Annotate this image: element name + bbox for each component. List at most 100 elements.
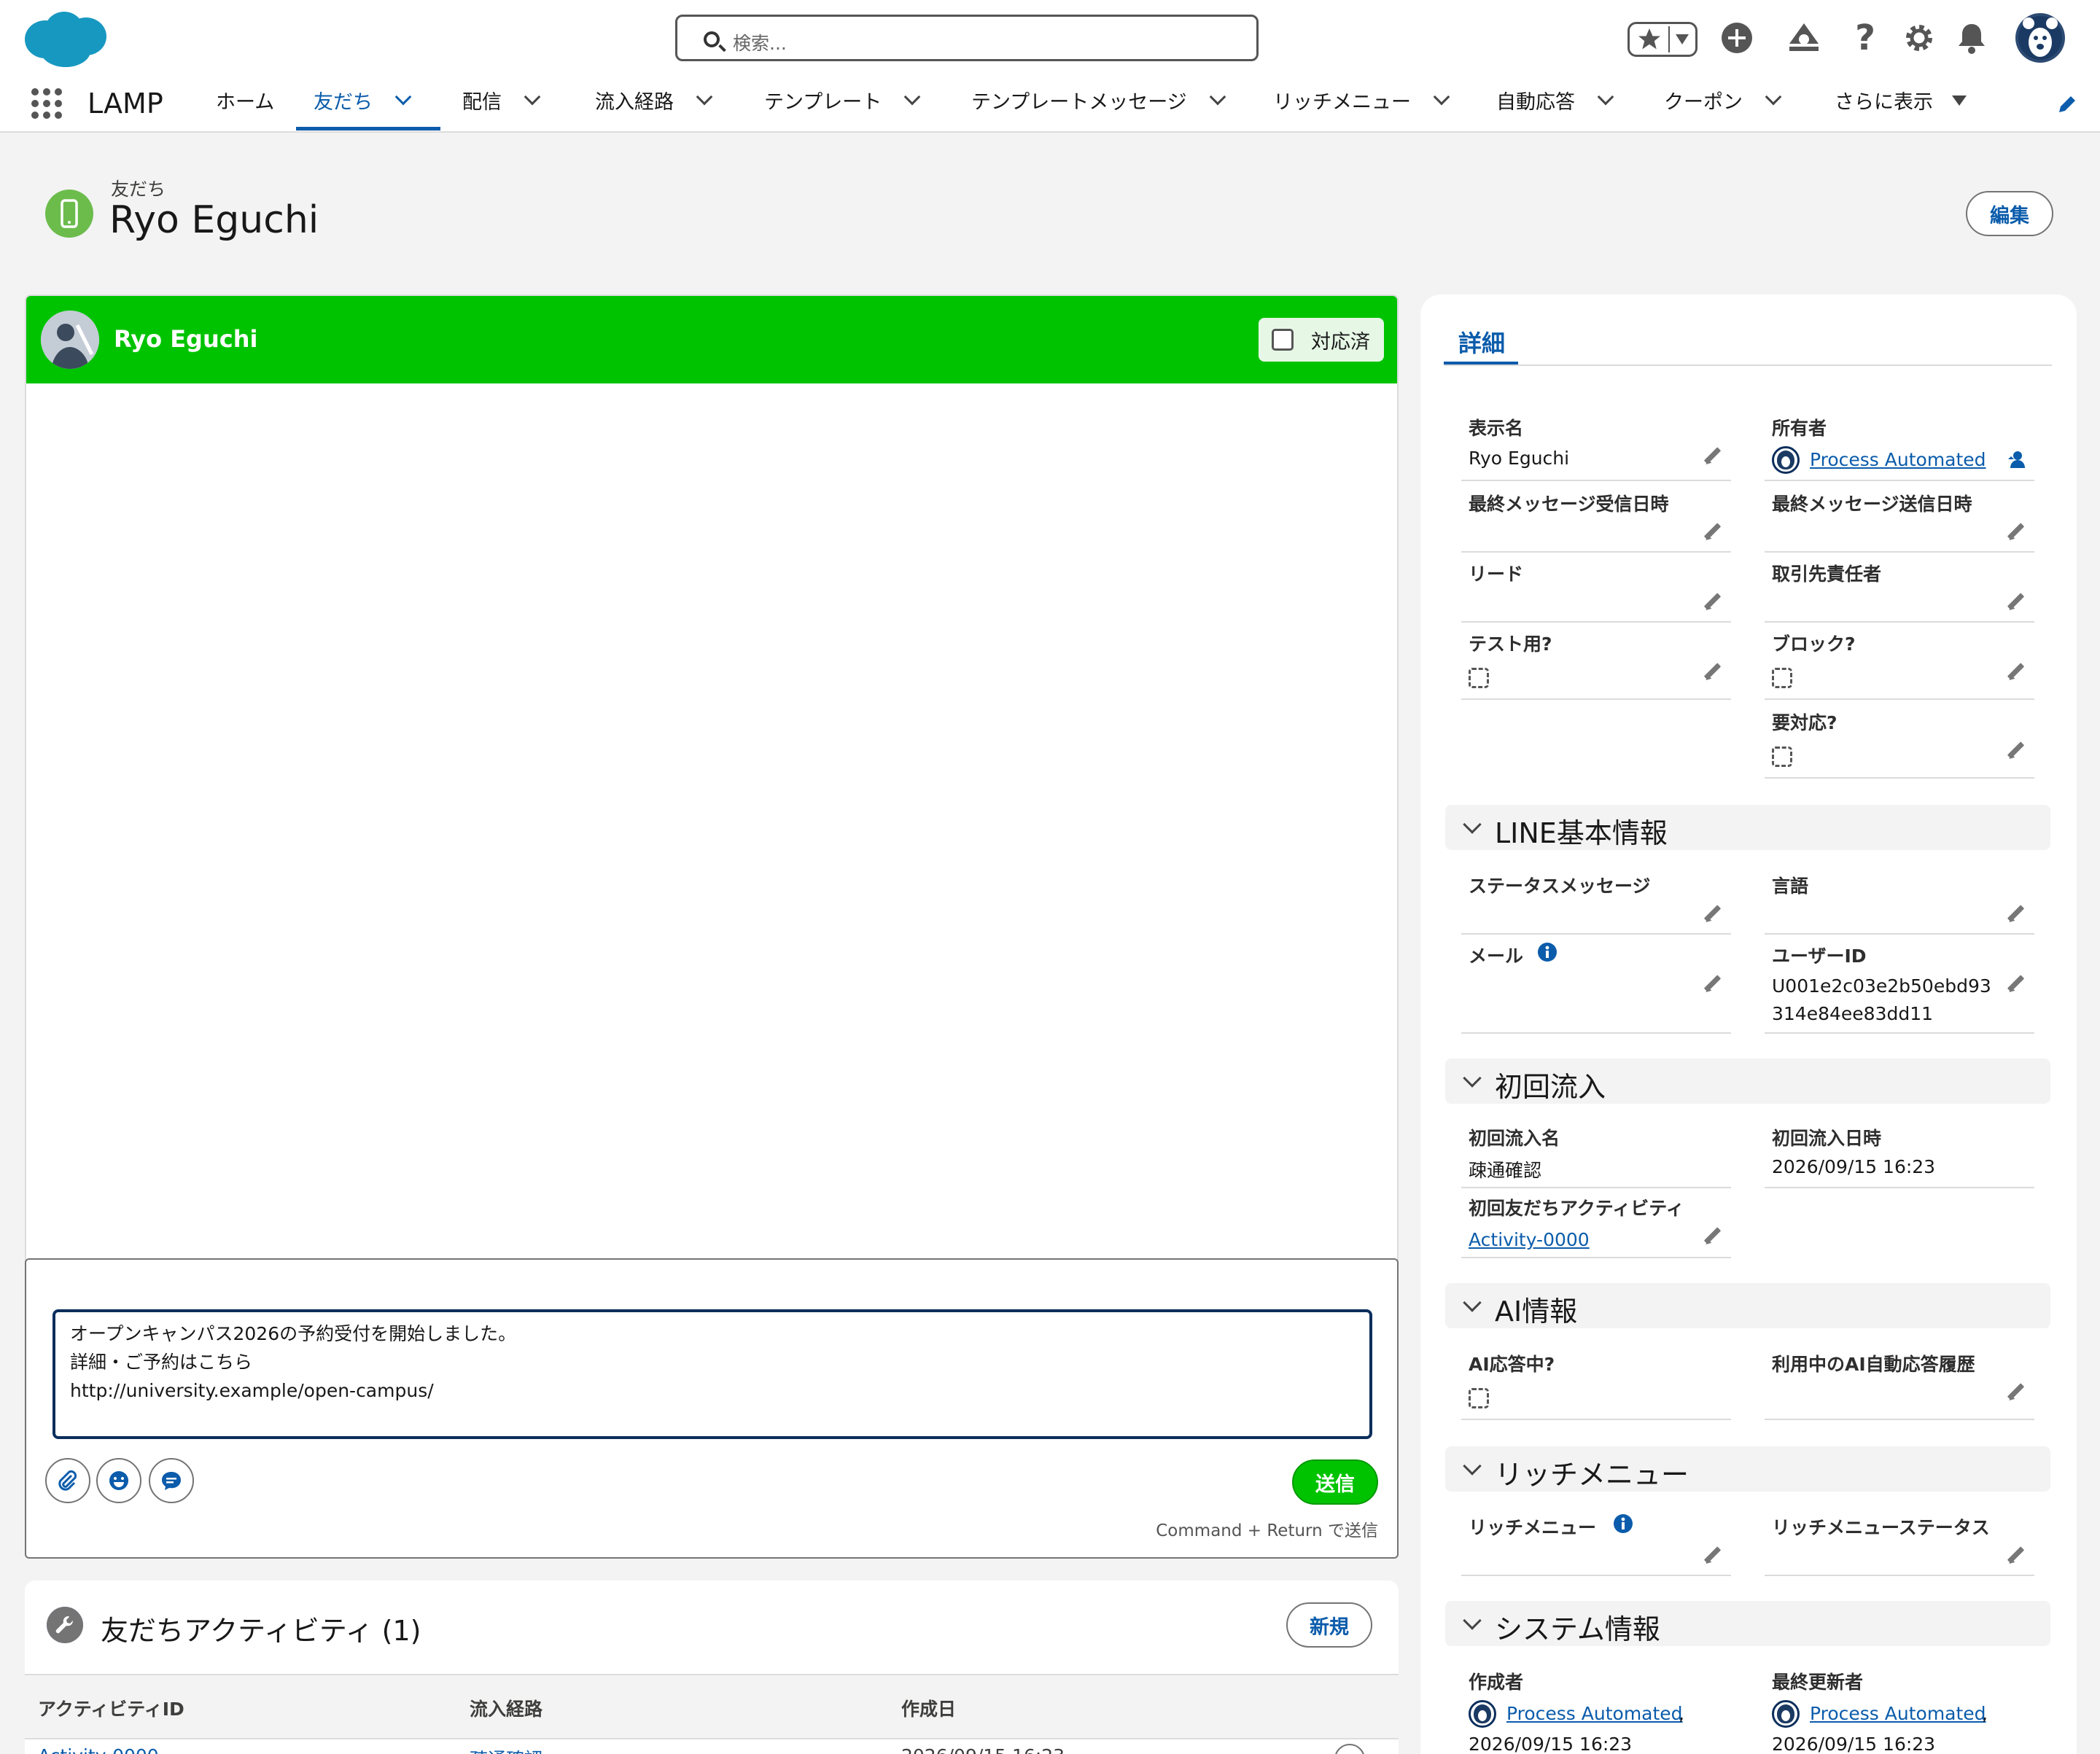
- first-activity-link[interactable]: Activity-0000: [1469, 1229, 1590, 1250]
- row-actions-button[interactable]: [1334, 1744, 1365, 1754]
- bear-avatar-icon: [2018, 16, 2062, 60]
- paperclip-icon: [58, 1470, 77, 1491]
- field-divider: [1461, 698, 1731, 700]
- user-id-value-line1: U001e2c03e2b50ebd93: [1772, 975, 1991, 997]
- edit-pencil-icon[interactable]: [1703, 448, 1721, 465]
- section-ai-info[interactable]: AI情報: [1445, 1283, 2050, 1328]
- column-header[interactable]: アクティビティID: [38, 1695, 184, 1721]
- global-actions-button[interactable]: [1716, 17, 1757, 58]
- chevron-down-icon[interactable]: [1765, 88, 1782, 105]
- app-launcher-icon[interactable]: [31, 87, 63, 120]
- emoji-button[interactable]: [96, 1458, 141, 1503]
- first-inflow-name-label: 初回流入名: [1469, 1128, 1560, 1149]
- edit-pencil-icon[interactable]: [2007, 663, 2024, 681]
- modified-date-value: 2026/09/15 16:23: [1772, 1734, 1936, 1754]
- field-divider: [1461, 1419, 1731, 1420]
- activity-related-list: 友だちアクティビティ (1) 新規 アクティビティID 流入経路 作成日 Act…: [25, 1580, 1399, 1754]
- favorites-button[interactable]: [1628, 22, 1698, 57]
- inflow-route-link[interactable]: 疎通確認: [470, 1745, 542, 1754]
- chevron-down-icon[interactable]: [1597, 88, 1614, 105]
- section-rich-menu[interactable]: リッチメニュー: [1445, 1446, 2050, 1492]
- tab-inflow-route[interactable]: 流入経路: [595, 86, 713, 114]
- info-icon[interactable]: [1537, 942, 1558, 962]
- ai-history-label: 利用中のAI自動応答履歴: [1772, 1354, 1975, 1375]
- edit-pencil-icon[interactable]: [1703, 975, 1721, 993]
- edit-pencil-icon[interactable]: [1703, 1228, 1721, 1245]
- edit-pencil-icon[interactable]: [2007, 742, 2024, 760]
- tab-details[interactable]: 詳細: [1458, 325, 1505, 359]
- edit-pencil-icon[interactable]: [2007, 1384, 2024, 1401]
- info-icon[interactable]: [1613, 1513, 1633, 1534]
- edit-pencil-icon[interactable]: [1703, 523, 1721, 541]
- tab-distribution[interactable]: 配信: [462, 86, 541, 114]
- section-first-inflow[interactable]: 初回流入: [1445, 1059, 2050, 1104]
- tab-rich-menu[interactable]: リッチメニュー: [1273, 86, 1450, 114]
- chevron-down-icon: [1463, 815, 1482, 834]
- tab-label: 友だち: [314, 91, 373, 114]
- edit-button[interactable]: 編集: [1966, 191, 2053, 236]
- attach-button[interactable]: [45, 1458, 90, 1503]
- smiley-icon: [109, 1471, 128, 1490]
- column-header[interactable]: 流入経路: [470, 1695, 542, 1721]
- edit-pencil-icon[interactable]: [2007, 905, 2024, 923]
- section-line-info[interactable]: LINE基本情報: [1445, 805, 2050, 850]
- column-header[interactable]: 作成日: [901, 1695, 956, 1721]
- tab-more[interactable]: さらに表示: [1835, 86, 1967, 114]
- tab-home[interactable]: ホーム: [216, 86, 274, 114]
- setup-button[interactable]: [1899, 17, 1940, 58]
- activity-title[interactable]: 友だちアクティビティ (1): [101, 1608, 421, 1648]
- chevron-down-icon[interactable]: [903, 88, 921, 105]
- test-label: テスト用?: [1469, 634, 1552, 655]
- message-textarea[interactable]: オープンキャンパス2026の予約受付を開始しました。 詳細・ご予約はこちら ht…: [52, 1309, 1372, 1439]
- edit-nav-icon[interactable]: [2056, 93, 2078, 115]
- tab-template[interactable]: テンプレート: [764, 86, 921, 114]
- trailhead-button[interactable]: [1784, 17, 1824, 58]
- tab-template-message[interactable]: テンプレートメッセージ: [971, 86, 1226, 114]
- notifications-button[interactable]: [1951, 17, 1992, 58]
- mobile-icon: [61, 199, 78, 228]
- help-icon[interactable]: ?: [1845, 17, 1886, 58]
- edit-pencil-icon[interactable]: [1703, 593, 1721, 611]
- modified-by-link[interactable]: Process Automated: [1810, 1703, 1986, 1724]
- edit-pencil-icon[interactable]: [2007, 593, 2024, 611]
- template-button[interactable]: [149, 1458, 194, 1503]
- tab-friends[interactable]: 友だち: [314, 86, 412, 114]
- section-title: 初回流入: [1495, 1071, 1606, 1103]
- change-owner-icon[interactable]: [2007, 449, 2027, 469]
- new-activity-button[interactable]: 新規: [1286, 1602, 1372, 1648]
- chevron-down-icon[interactable]: [696, 88, 713, 105]
- tab-auto-reply[interactable]: 自動応答: [1496, 86, 1614, 114]
- chat-friend-name: Ryo Eguchi: [114, 325, 258, 353]
- send-button[interactable]: 送信: [1292, 1459, 1378, 1505]
- chevron-down-icon[interactable]: [1433, 88, 1450, 105]
- chevron-down-icon[interactable]: [524, 88, 541, 105]
- owner-link[interactable]: Process Automated: [1810, 449, 1986, 470]
- chevron-down-icon[interactable]: [394, 88, 412, 105]
- field-divider: [1765, 777, 2034, 779]
- created-by-link[interactable]: Process Automated: [1506, 1703, 1683, 1724]
- salesforce-logo[interactable]: [22, 9, 109, 69]
- edit-pencil-icon[interactable]: [2007, 1547, 2024, 1564]
- handled-toggle[interactable]: 対応済: [1259, 318, 1384, 362]
- modified-by-avatar-icon: [1772, 1700, 1800, 1728]
- created-date-value: 2026/09/15 16:23: [1469, 1734, 1633, 1754]
- tab-label: 流入経路: [595, 91, 674, 114]
- chevron-down-icon[interactable]: [1209, 88, 1226, 105]
- edit-pencil-icon[interactable]: [1703, 905, 1721, 923]
- language-label: 言語: [1772, 876, 1809, 897]
- handled-checkbox[interactable]: [1272, 329, 1294, 351]
- user-avatar[interactable]: [2015, 13, 2065, 63]
- plus-circle-icon: [1722, 23, 1752, 53]
- section-title: LINE基本情報: [1495, 817, 1668, 849]
- section-title: リッチメニュー: [1495, 1459, 1689, 1491]
- field-divider: [1461, 1575, 1731, 1576]
- tab-coupon[interactable]: クーポン: [1664, 86, 1782, 114]
- edit-pencil-icon[interactable]: [2007, 975, 2024, 993]
- edit-pencil-icon[interactable]: [1703, 663, 1721, 681]
- global-search-input[interactable]: 検索...: [675, 15, 1259, 61]
- friend-avatar: [41, 311, 99, 369]
- section-system-info[interactable]: システム情報: [1445, 1601, 2050, 1646]
- edit-pencil-icon[interactable]: [1703, 1547, 1721, 1564]
- activity-id-link[interactable]: Activity-0000: [38, 1745, 159, 1754]
- edit-pencil-icon[interactable]: [2007, 523, 2024, 541]
